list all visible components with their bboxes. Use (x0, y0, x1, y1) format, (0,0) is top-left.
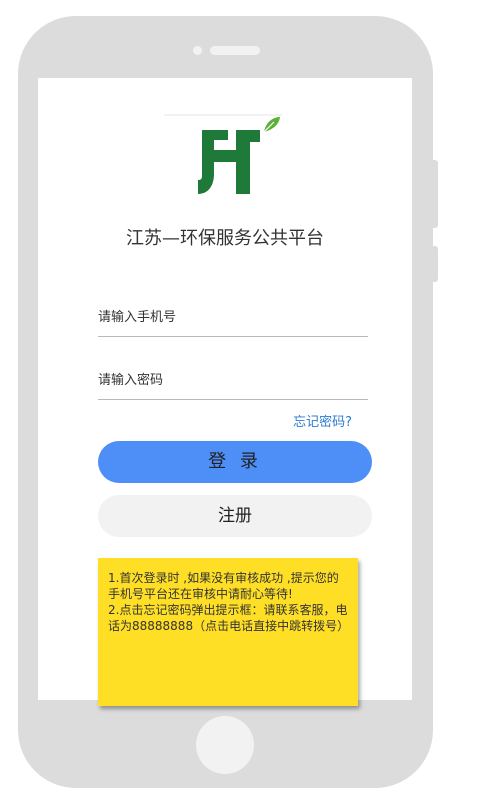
phone-input[interactable] (98, 300, 368, 334)
forgot-password-link[interactable]: 忘记密码? (293, 411, 352, 430)
front-camera (193, 46, 202, 55)
earpiece-speaker (210, 46, 260, 55)
power-button (433, 246, 438, 282)
home-button[interactable] (196, 716, 254, 774)
brand-logo-icon (164, 114, 282, 194)
note-line-1: 1.首次登录时 ,如果没有审核成功 ,提示您的手机号平台还在审核中请耐心等待! (108, 571, 339, 601)
login-button[interactable]: 登 录 (98, 441, 372, 483)
password-input[interactable] (98, 363, 368, 397)
note-line-2: 2.点击忘记密码弹出提示框：请联系客服，电话为88888888（点击电话直接中跳… (108, 603, 350, 633)
phone-field[interactable] (98, 300, 368, 337)
password-field[interactable] (98, 363, 368, 400)
annotation-sticky-note: 1.首次登录时 ,如果没有审核成功 ,提示您的手机号平台还在审核中请耐心等待! … (98, 558, 358, 706)
register-button[interactable]: 注册 (98, 495, 372, 537)
platform-title: 江苏—环保服务公共平台 (126, 228, 324, 249)
volume-button (433, 160, 438, 228)
